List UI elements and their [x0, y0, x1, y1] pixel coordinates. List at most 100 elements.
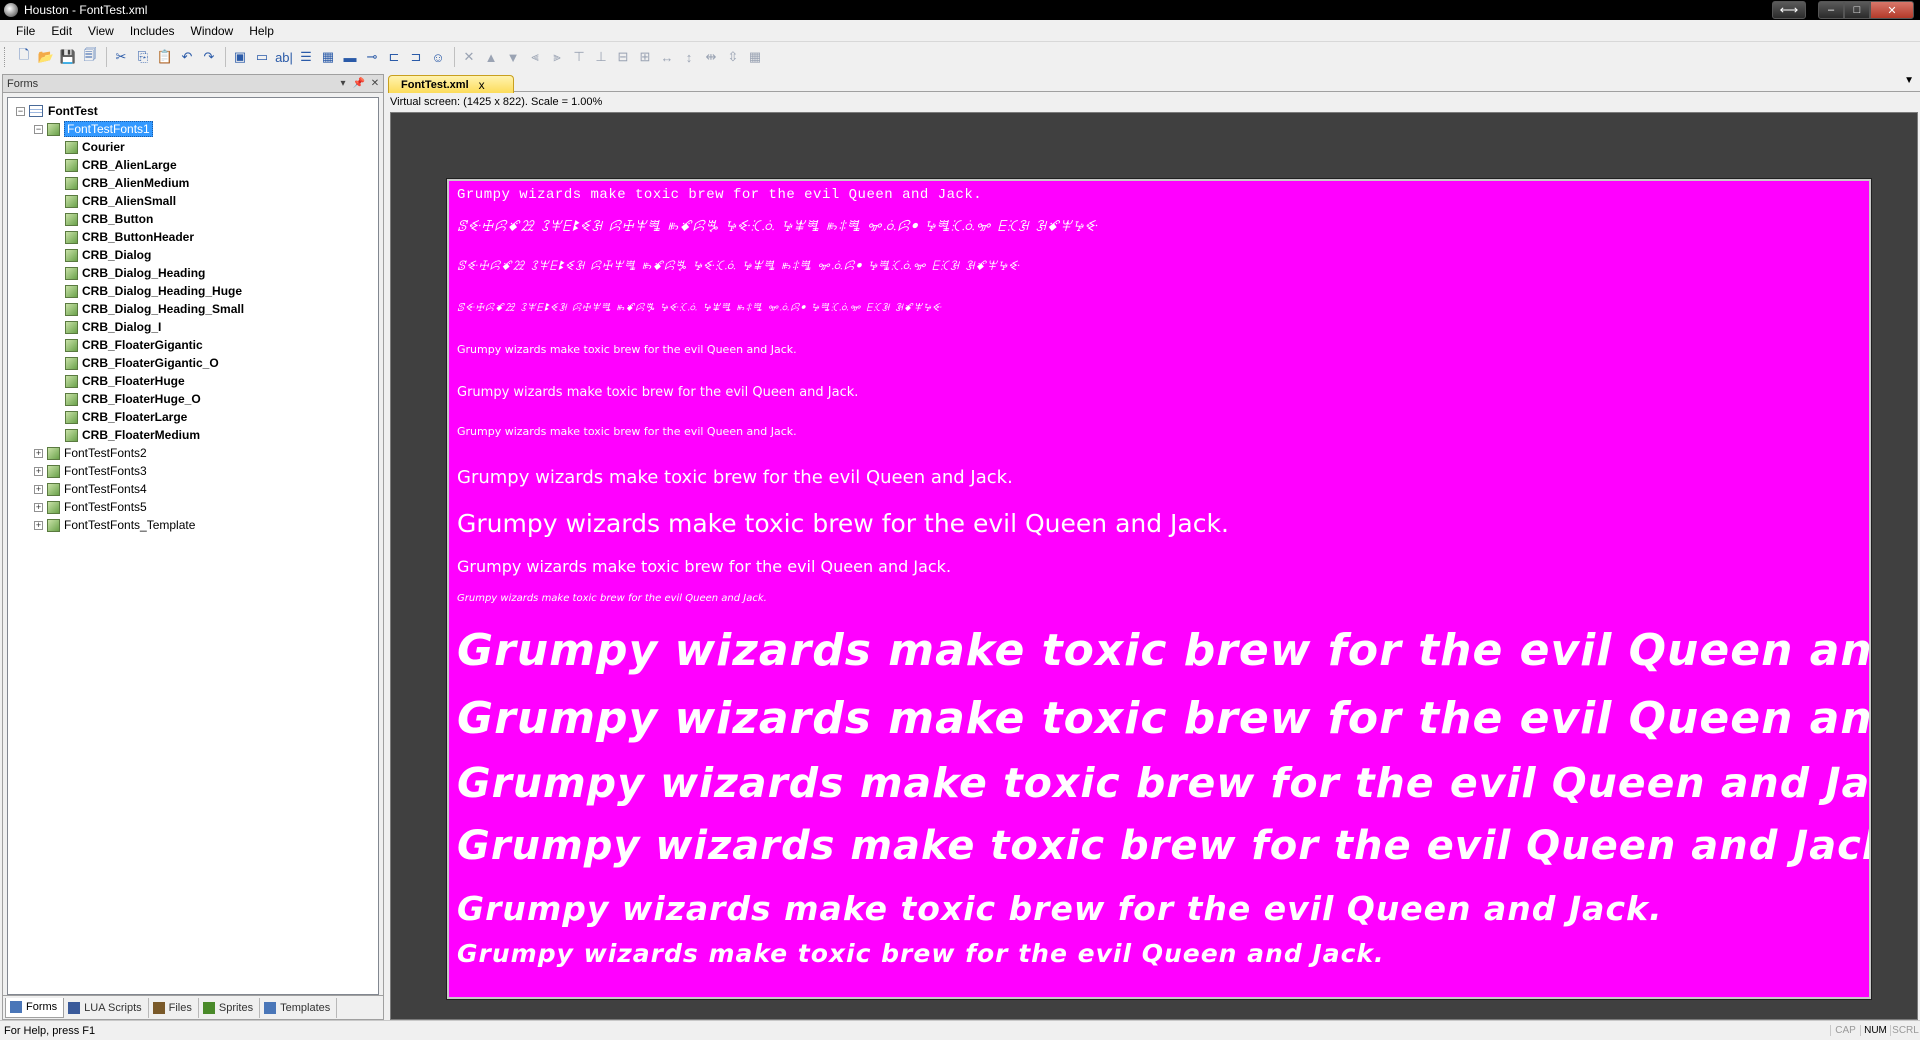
grid-toggle-icon[interactable]: ▦ [745, 47, 765, 67]
menu-view[interactable]: View [80, 22, 122, 40]
tree-item[interactable]: + FontTestFonts5 [8, 498, 378, 516]
font-sample-crb-dialog-heading[interactable]: Grumpy wizards make toxic brew for the e… [457, 467, 1013, 488]
align-top-icon[interactable]: ⊤ [569, 47, 589, 67]
tree-item[interactable]: Courier [8, 138, 378, 156]
menu-includes[interactable]: Includes [122, 22, 183, 40]
expand-icon[interactable]: + [34, 502, 43, 512]
tree-item[interactable]: + FontTestFonts_Template [8, 516, 378, 534]
tree-item[interactable]: CRB_FloaterGigantic [8, 336, 378, 354]
expand-icon[interactable]: + [34, 448, 43, 458]
tree-item[interactable]: CRB_Dialog_Heading_Small [8, 300, 378, 318]
font-sample-crb-dialog-heading-huge[interactable]: Grumpy wizards make toxic brew for the e… [457, 509, 1229, 538]
minimize-button[interactable]: – [1818, 1, 1844, 19]
toolbar-grip[interactable] [4, 47, 8, 67]
tree-item[interactable]: CRB_AlienLarge [8, 156, 378, 174]
form-surface[interactable]: Grumpy wizards make toxic brew for the e… [447, 179, 1871, 999]
collapse-icon[interactable]: − [16, 106, 25, 116]
tree-item[interactable]: − FontTestFonts1 [8, 120, 378, 138]
tab-fonttest-xml[interactable]: FontTest.xml x [388, 75, 514, 93]
design-canvas[interactable]: Grumpy wizards make toxic brew for the e… [390, 112, 1918, 1020]
tree-icon[interactable]: ⊏ [384, 47, 404, 67]
tree-item[interactable]: CRB_FloaterHuge_O [8, 390, 378, 408]
form-icon[interactable]: ▣ [230, 47, 250, 67]
space-across-icon[interactable]: ⇹ [701, 47, 721, 67]
align-right-icon[interactable]: ⫸ [547, 47, 567, 67]
tab-list-icon[interactable]: ▼ [1904, 75, 1914, 86]
new-icon[interactable]: 🗋 [14, 47, 34, 67]
font-sample-crb-floatergigantic-o[interactable]: Grumpy wizards make toxic brew for the e… [457, 693, 1869, 744]
panel-menu-icon[interactable]: ▾ [335, 78, 351, 89]
tree-item[interactable]: CRB_Dialog_I [8, 318, 378, 336]
font-sample-crb-floatergigantic[interactable]: Grumpy wizards make toxic brew for the e… [457, 625, 1869, 676]
copy-icon[interactable]: ⎘ [133, 47, 153, 67]
button-icon[interactable]: ▭ [252, 47, 272, 67]
checkbox-icon[interactable]: ⊐ [406, 47, 426, 67]
tree-item[interactable]: + FontTestFonts4 [8, 480, 378, 498]
move-up-icon[interactable]: ▲ [481, 47, 501, 67]
panel-tab-lua-scripts[interactable]: LUA Scripts [64, 997, 149, 1018]
redo-icon[interactable]: ↷ [199, 47, 219, 67]
tree-item[interactable]: CRB_Dialog_Heading [8, 264, 378, 282]
tree-item[interactable]: CRB_Dialog [8, 246, 378, 264]
label-icon[interactable]: ab| [274, 47, 294, 67]
tree-item[interactable]: CRB_FloaterHuge [8, 372, 378, 390]
menu-window[interactable]: Window [183, 22, 242, 40]
delete-icon[interactable]: ✕ [459, 47, 479, 67]
font-sample-crb-dialog-heading-small[interactable]: Grumpy wizards make toxic brew for the e… [457, 557, 951, 576]
cut-icon[interactable]: ✂ [111, 47, 131, 67]
forms-tree[interactable]: − FontTest − FontTestFonts1 Courier CRB_Alien… [7, 97, 379, 995]
tree-item[interactable]: CRB_FloaterMedium [8, 426, 378, 444]
font-sample-crb-buttonheader[interactable]: Grumpy wizards make toxic brew for the e… [457, 385, 858, 400]
font-sample-crb-floaterlarge[interactable]: Grumpy wizards make toxic brew for the e… [457, 889, 1663, 928]
font-sample-crb-alienmedium[interactable]: ꕷꔾꖅꕸꗄꗠ ꕘꕽꗋꔪꔽꘂ ꕸꖅꕽꗀ ꖳꗄꕸꔨ ꕵꔾꕿꗝ ꕵꕾꗀ ꖳꖋꗀ ꗁꗝꕸ… [457, 259, 1020, 274]
expand-icon[interactable]: + [34, 484, 43, 494]
center-v-icon[interactable]: ⊞ [635, 47, 655, 67]
tree-item[interactable]: − FontTest [8, 102, 378, 120]
panel-close-icon[interactable]: ✕ [367, 78, 383, 89]
font-sample-crb-floatermedium[interactable]: Grumpy wizards make toxic brew for the e… [457, 939, 1385, 968]
menu-file[interactable]: File [8, 22, 43, 40]
listbox-icon[interactable]: ☰ [296, 47, 316, 67]
undo-icon[interactable]: ↶ [177, 47, 197, 67]
smiley-icon[interactable]: ☺ [428, 47, 448, 67]
font-sample-crb-floaterhuge[interactable]: Grumpy wizards make toxic brew for the e… [457, 759, 1869, 807]
save-icon[interactable]: 💾 [58, 47, 78, 67]
space-down-icon[interactable]: ⇳ [723, 47, 743, 67]
tree-item[interactable]: CRB_FloaterLarge [8, 408, 378, 426]
paste-icon[interactable]: 📋 [155, 47, 175, 67]
open-icon[interactable]: 📂 [36, 47, 56, 67]
save-all-icon[interactable]: 🗐 [80, 47, 100, 67]
align-left-icon[interactable]: ⫷ [525, 47, 545, 67]
move-down-icon[interactable]: ▼ [503, 47, 523, 67]
tree-item[interactable]: + FontTestFonts2 [8, 444, 378, 462]
panel-tab-sprites[interactable]: Sprites [199, 997, 261, 1018]
maximize-button[interactable]: □ [1844, 1, 1870, 19]
tree-item[interactable]: CRB_ButtonHeader [8, 228, 378, 246]
panel-tab-forms[interactable]: Forms [5, 997, 65, 1018]
font-sample-courier[interactable]: Grumpy wizards make toxic brew for the e… [457, 187, 982, 203]
font-sample-crb-alienlarge[interactable]: ꕷꔾꖅꕸꗄꗠ ꕘꕽꗋꔪꔽꘂ ꕸꖅꕽꗀ ꖳꗄꕸꔨ ꕵꔾꕿꗝ ꕵꕾꗀ ꖳꖋꗀ ꗁꗝꕸ… [457, 217, 1098, 235]
font-sample-crb-dialog-i[interactable]: Grumpy wizards make toxic brew for the e… [457, 593, 767, 604]
font-sample-crb-floaterhuge-o[interactable]: Grumpy wizards make toxic brew for the e… [457, 823, 1869, 869]
tree-item[interactable]: + FontTestFonts3 [8, 462, 378, 480]
menu-edit[interactable]: Edit [43, 22, 80, 40]
pin-icon[interactable]: 📌 [351, 78, 367, 89]
same-width-icon[interactable]: ↔ [657, 47, 677, 67]
same-height-icon[interactable]: ↕ [679, 47, 699, 67]
grid-icon[interactable]: ▦ [318, 47, 338, 67]
font-sample-crb-aliensmall[interactable]: ꕷꔾꖅꕸꗄꗠ ꕘꕽꗋꔪꔽꘂ ꕸꖅꕽꗀ ꖳꗄꕸꔨ ꕵꔾꕿꗝ ꕵꕾꗀ ꖳꖋꗀ ꗁꗝꕸ… [457, 301, 942, 315]
edit-icon[interactable]: ▬ [340, 47, 360, 67]
close-button[interactable]: ✕ [1870, 1, 1914, 19]
collapse-icon[interactable]: − [34, 124, 43, 134]
tree-item[interactable]: CRB_AlienMedium [8, 174, 378, 192]
expand-icon[interactable]: + [34, 520, 43, 530]
panel-tab-templates[interactable]: Templates [260, 997, 338, 1018]
align-bottom-icon[interactable]: ⊥ [591, 47, 611, 67]
expand-icon[interactable]: + [34, 466, 43, 476]
tree-item[interactable]: CRB_Dialog_Heading_Huge [8, 282, 378, 300]
tab-close-icon[interactable]: x [479, 78, 485, 92]
tree-item[interactable]: CRB_FloaterGigantic_O [8, 354, 378, 372]
tree-item[interactable]: CRB_AlienSmall [8, 192, 378, 210]
panel-tab-files[interactable]: Files [149, 997, 199, 1018]
expand-button[interactable]: ⟷ [1772, 1, 1806, 19]
